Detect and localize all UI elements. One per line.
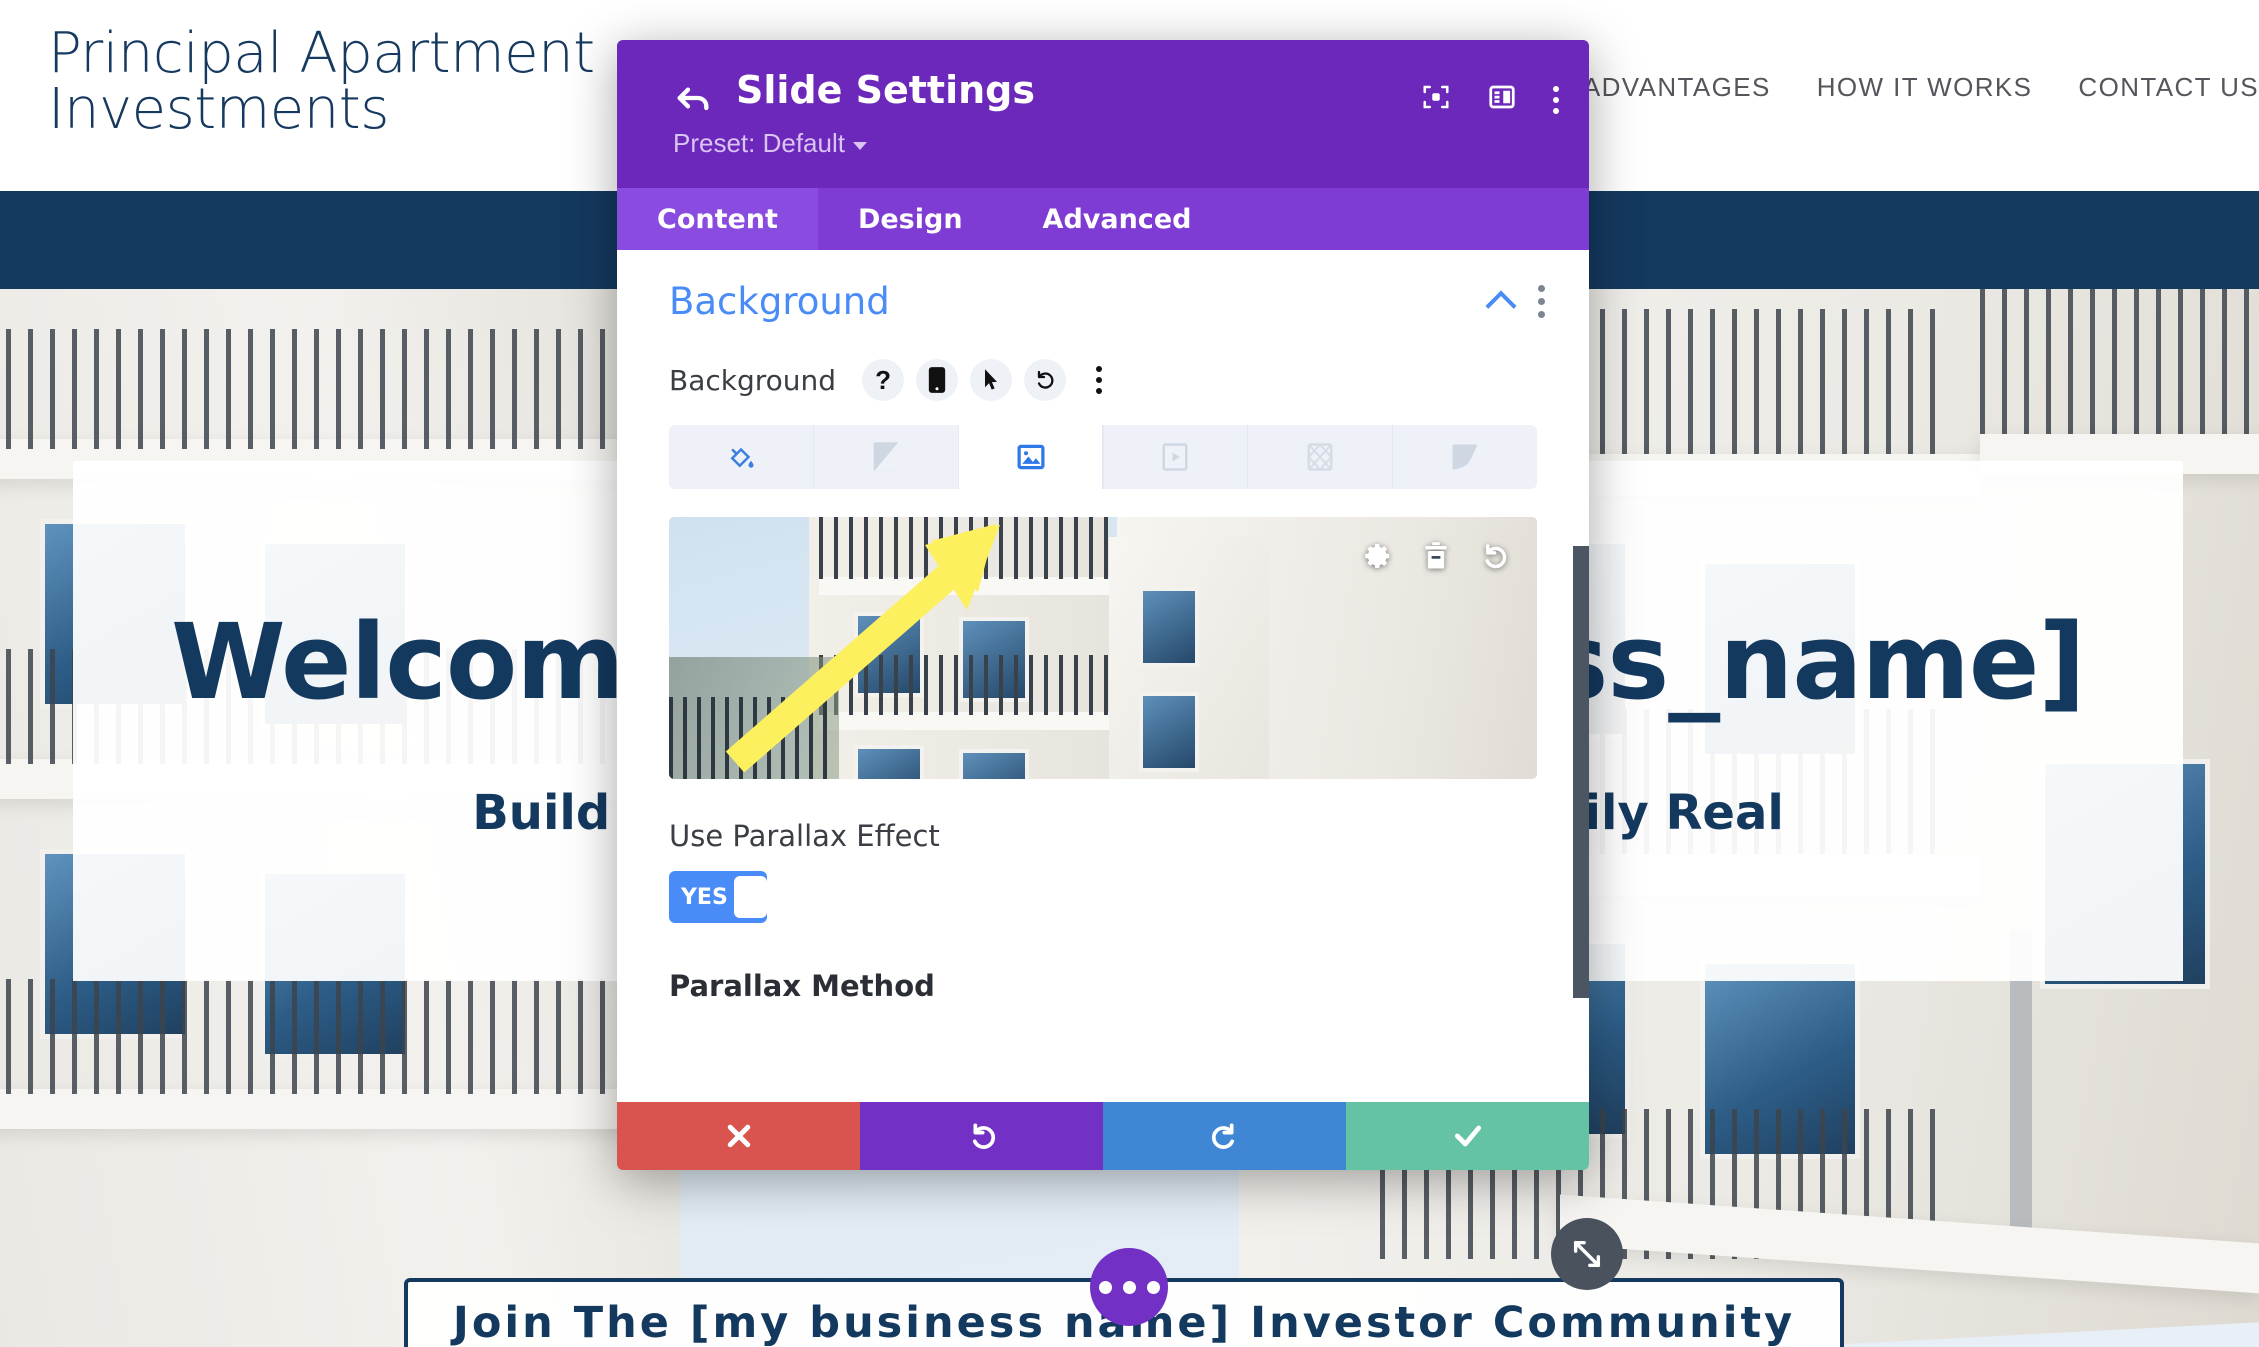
background-control-row: Background ? bbox=[617, 323, 1589, 401]
modal-footer bbox=[617, 1102, 1589, 1170]
parallax-effect-label: Use Parallax Effect bbox=[669, 819, 940, 853]
background-type-tabs bbox=[669, 425, 1537, 489]
nav-item-contact-us[interactable]: CONTACT US bbox=[2078, 72, 2259, 103]
settings-scroll-area: Background Background ? Use Parallax Eff… bbox=[617, 250, 1589, 1102]
parallax-toggle[interactable]: YES bbox=[669, 871, 767, 923]
background-video-tab[interactable] bbox=[1103, 425, 1249, 489]
toggle-knob bbox=[733, 876, 767, 918]
background-gradient-tab[interactable] bbox=[814, 425, 959, 489]
background-section-header: Background bbox=[617, 250, 1589, 323]
resize-handle[interactable] bbox=[1551, 1218, 1623, 1290]
chevron-down-icon bbox=[852, 141, 867, 150]
tab-design[interactable]: Design bbox=[818, 188, 1003, 250]
main-navigation: ADVANTAGES HOW IT WORKS CONTACT US bbox=[1583, 72, 2259, 103]
save-button[interactable] bbox=[1346, 1102, 1589, 1170]
tab-advanced[interactable]: Advanced bbox=[1003, 188, 1232, 250]
background-control-label: Background bbox=[669, 363, 837, 397]
background-image-preview[interactable] bbox=[669, 517, 1537, 779]
fullscreen-icon[interactable] bbox=[1421, 82, 1451, 117]
parallax-toggle-value: YES bbox=[681, 884, 728, 910]
modal-header-actions bbox=[1421, 82, 1559, 117]
modal-body: Background Background ? Use Parallax Eff… bbox=[617, 250, 1589, 1102]
background-color-tab[interactable] bbox=[669, 425, 814, 489]
undo-button[interactable] bbox=[860, 1102, 1103, 1170]
background-image-tab[interactable] bbox=[958, 425, 1104, 489]
tab-content[interactable]: Content bbox=[617, 188, 818, 250]
image-preview-actions bbox=[1363, 541, 1509, 576]
background-pattern-tab[interactable] bbox=[1248, 425, 1394, 489]
hover-cursor-icon[interactable] bbox=[970, 359, 1013, 401]
preset-label: Preset: Default bbox=[673, 128, 845, 158]
section-more-options-icon[interactable] bbox=[1538, 285, 1545, 318]
help-icon[interactable]: ? bbox=[862, 359, 905, 401]
preset-selector[interactable]: Preset: Default bbox=[673, 128, 867, 159]
responsive-phone-icon[interactable] bbox=[916, 359, 959, 401]
chevron-up-icon[interactable] bbox=[1485, 289, 1517, 322]
layout-panel-icon[interactable] bbox=[1487, 82, 1517, 117]
nav-item-how-it-works[interactable]: HOW IT WORKS bbox=[1817, 72, 2033, 103]
modal-scrollbar[interactable] bbox=[1573, 546, 1589, 998]
nav-item-advantages[interactable]: ADVANTAGES bbox=[1583, 72, 1771, 103]
section-title: Background bbox=[669, 280, 890, 323]
more-options-icon[interactable] bbox=[1553, 85, 1559, 114]
slide-settings-modal: Slide Settings Preset: Default Content D… bbox=[617, 40, 1589, 1170]
more-dots-button[interactable] bbox=[1090, 1248, 1168, 1326]
back-arrow-icon[interactable] bbox=[673, 78, 713, 118]
modal-header: Slide Settings Preset: Default bbox=[617, 40, 1589, 188]
background-more-options-icon[interactable] bbox=[1078, 359, 1120, 401]
cancel-button[interactable] bbox=[617, 1102, 860, 1170]
background-mask-tab[interactable] bbox=[1393, 425, 1537, 489]
reset-icon[interactable] bbox=[1479, 541, 1509, 576]
modal-tabs: Content Design Advanced bbox=[617, 188, 1589, 250]
redo-button[interactable] bbox=[1103, 1102, 1346, 1170]
gear-icon[interactable] bbox=[1363, 541, 1393, 576]
trash-icon[interactable] bbox=[1423, 541, 1449, 576]
reset-undo-icon[interactable] bbox=[1024, 359, 1067, 401]
parallax-method-label: Parallax Method bbox=[669, 969, 935, 1003]
modal-title: Slide Settings bbox=[736, 68, 1035, 112]
